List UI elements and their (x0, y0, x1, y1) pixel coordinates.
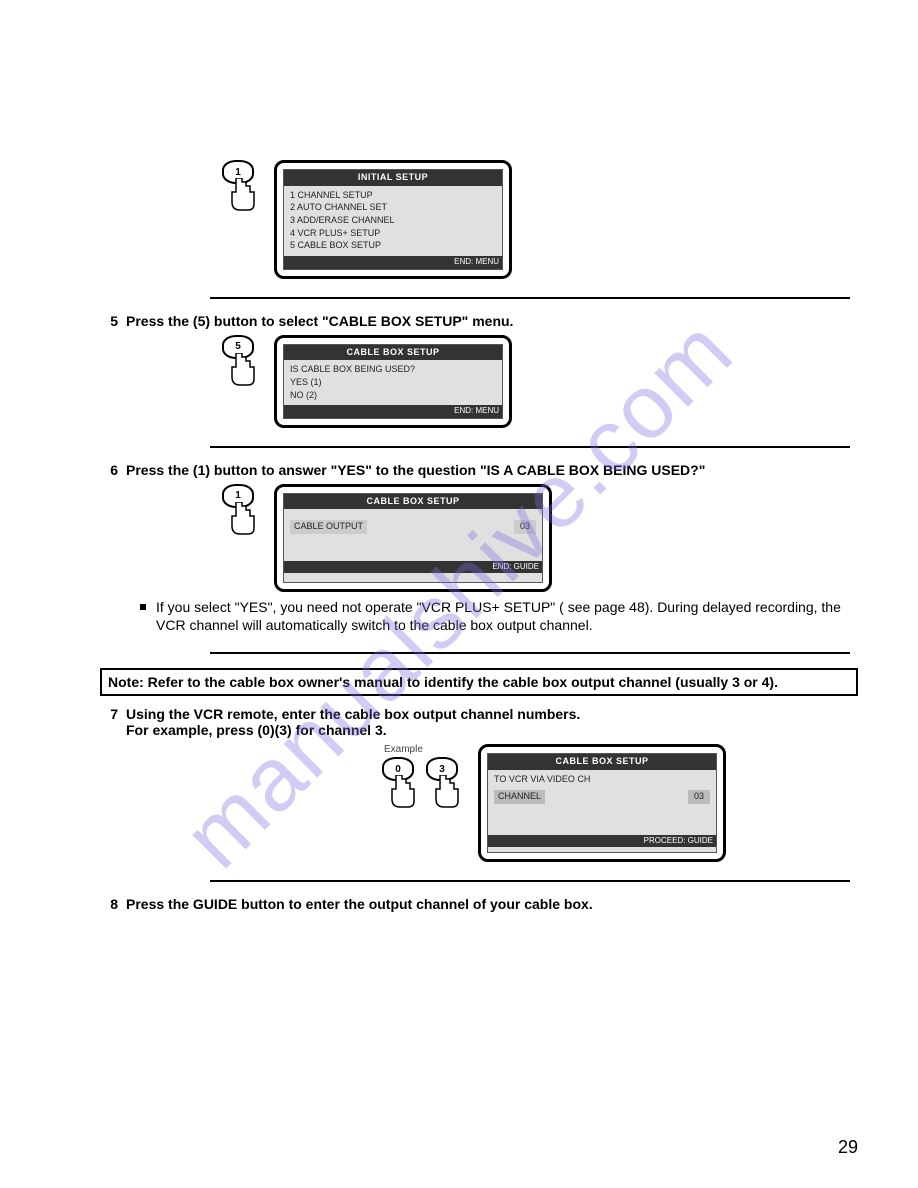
tv-screen-menu: INITIAL SETUP 1 CHANNEL SETUP 2 AUTO CHA… (274, 160, 512, 279)
menu-item: 4 VCR PLUS+ SETUP (290, 228, 496, 240)
menu-title: CABLE BOX SETUP (284, 345, 502, 361)
menu-title: INITIAL SETUP (284, 170, 502, 186)
menu-item: 2 AUTO CHANNEL SET (290, 202, 496, 214)
menu-line: TO VCR VIA VIDEO CH (494, 774, 710, 786)
menu-line: YES (1) (290, 377, 496, 389)
figure-step5: 5 CABLE BOX SETUP IS CABLE BOX BEING USE… (220, 335, 858, 428)
figure-step7: Example 0 3 CABLE BOX SETUP (380, 744, 858, 862)
menu-field-label: CHANNEL (494, 790, 545, 804)
menu-item: 5 CABLE BOX SETUP (290, 240, 496, 252)
step-5: 5 Press the (5) button to select "CABLE … (100, 313, 858, 329)
step-number: 6 (100, 462, 118, 478)
remote-hand-icon: 1 (220, 484, 260, 544)
example-label: Example (384, 744, 464, 755)
page-number: 29 (838, 1137, 858, 1158)
menu-title: CABLE BOX SETUP (488, 754, 716, 770)
remote-hand-icon: 3 (424, 757, 464, 817)
step-8: 8 Press the GUIDE button to enter the ou… (100, 896, 858, 912)
menu-field-label: CABLE OUTPUT (290, 520, 367, 534)
menu-footer: END: GUIDE (284, 561, 542, 573)
figure-step6: 1 CABLE BOX SETUP CABLE OUTPUT 03 END: G… (220, 484, 858, 592)
menu-title: CABLE BOX SETUP (284, 494, 542, 510)
step-6-note: If you select "YES", you need not operat… (140, 598, 858, 634)
step-instruction: Press the GUIDE button to enter the outp… (126, 896, 858, 912)
tv-screen-cable-setup: CABLE BOX SETUP IS CABLE BOX BEING USED?… (274, 335, 512, 428)
step7-line2: For example, press (0)(3) for channel 3. (126, 722, 387, 738)
hand-icon (230, 178, 260, 218)
divider (210, 446, 850, 448)
hand-icon (390, 775, 420, 815)
step-number: 7 (100, 706, 118, 722)
menu-footer: PROCEED: GUIDE (488, 835, 716, 847)
menu-line: IS CABLE BOX BEING USED? (290, 364, 496, 376)
menu-item: 1 CHANNEL SETUP (290, 190, 496, 202)
hand-icon (230, 353, 260, 393)
remote-hand-icon: 0 (380, 757, 420, 817)
step-instruction: Press the (1) button to answer "YES" to … (126, 462, 858, 478)
manual-page: manualshive.com 1 INITIAL SETUP 1 CHANNE… (0, 0, 918, 1188)
menu-footer: END: MENU (284, 256, 502, 268)
tv-screen-channel-entry: CABLE BOX SETUP TO VCR VIA VIDEO CH CHAN… (478, 744, 726, 862)
note-box: Note: Refer to the cable box owner's man… (100, 668, 858, 696)
step-7: 7 Using the VCR remote, enter the cable … (100, 706, 858, 738)
hand-icon (230, 502, 260, 542)
divider (210, 880, 850, 882)
bullet-icon (140, 604, 146, 610)
example-buttons-group: Example 0 3 (380, 744, 464, 817)
hand-icon (434, 775, 464, 815)
step7-line1: Using the VCR remote, enter the cable bo… (126, 706, 580, 722)
tv-screen-cable-output: CABLE BOX SETUP CABLE OUTPUT 03 END: GUI… (274, 484, 552, 592)
remote-hand-icon: 1 (220, 160, 260, 220)
note-text: If you select "YES", you need not operat… (156, 598, 858, 634)
step-6: 6 Press the (1) button to answer "YES" t… (100, 462, 858, 478)
menu-line: NO (2) (290, 390, 496, 402)
divider (210, 297, 850, 299)
step-instruction: Press the (5) button to select "CABLE BO… (126, 313, 858, 329)
step-number: 5 (100, 313, 118, 329)
menu-item: 3 ADD/ERASE CHANNEL (290, 215, 496, 227)
menu-field-value: 03 (688, 790, 710, 804)
step-number: 8 (100, 896, 118, 912)
menu-field-value: 03 (514, 520, 536, 534)
figure-step4: 1 INITIAL SETUP 1 CHANNEL SETUP 2 AUTO C… (220, 160, 858, 279)
remote-hand-icon: 5 (220, 335, 260, 395)
step-instruction: Using the VCR remote, enter the cable bo… (126, 706, 858, 738)
menu-footer: END: MENU (284, 405, 502, 417)
divider (210, 652, 850, 654)
